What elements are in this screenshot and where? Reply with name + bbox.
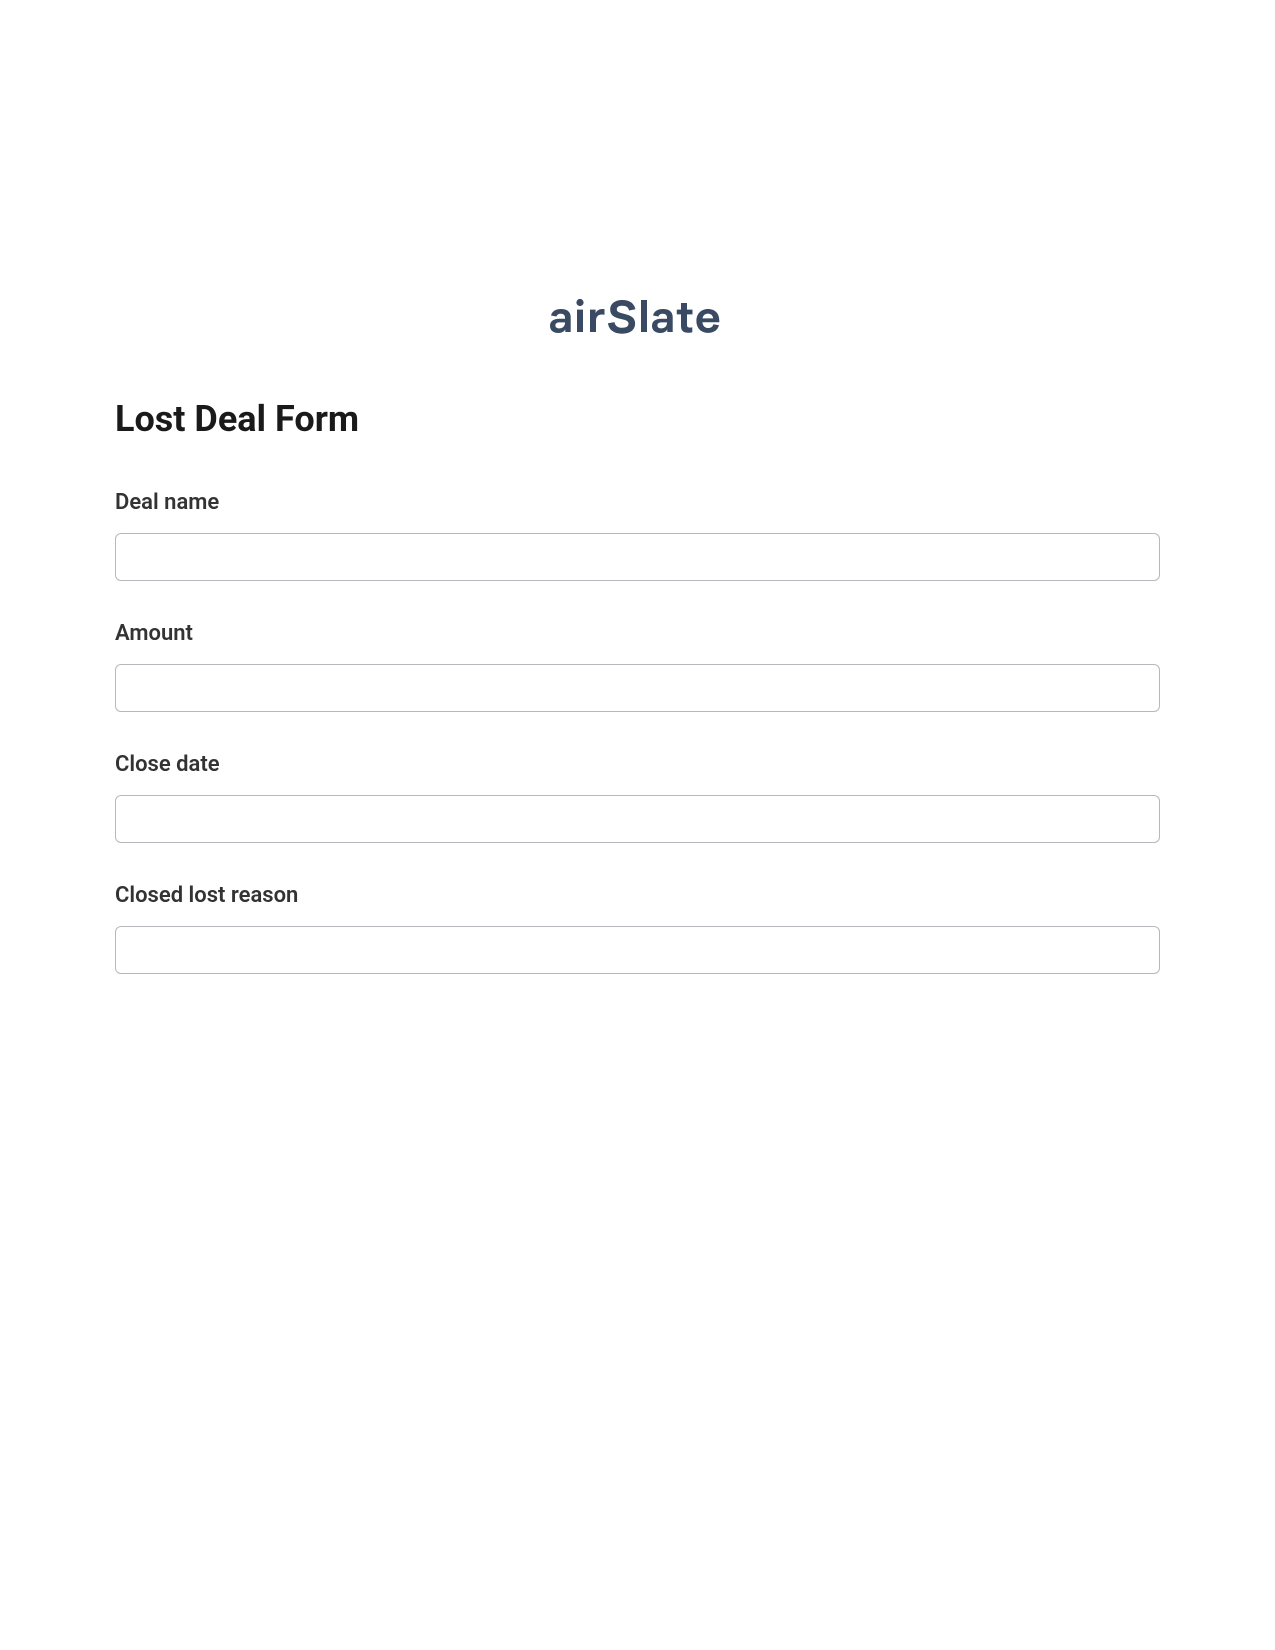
field-group-close-date: Close date xyxy=(115,752,1160,843)
closed-lost-reason-label: Closed lost reason xyxy=(115,883,1160,908)
deal-name-input[interactable] xyxy=(115,533,1160,581)
amount-input[interactable] xyxy=(115,664,1160,712)
amount-label: Amount xyxy=(115,621,1160,646)
airslate-logo-icon xyxy=(543,295,733,343)
close-date-label: Close date xyxy=(115,752,1160,777)
form-title: Lost Deal Form xyxy=(115,398,1160,440)
field-group-closed-lost-reason: Closed lost reason xyxy=(115,883,1160,974)
form-page: Lost Deal Form Deal name Amount Close da… xyxy=(0,0,1275,974)
field-group-deal-name: Deal name xyxy=(115,490,1160,581)
logo-container xyxy=(115,295,1160,343)
close-date-input[interactable] xyxy=(115,795,1160,843)
deal-name-label: Deal name xyxy=(115,490,1160,515)
closed-lost-reason-input[interactable] xyxy=(115,926,1160,974)
field-group-amount: Amount xyxy=(115,621,1160,712)
